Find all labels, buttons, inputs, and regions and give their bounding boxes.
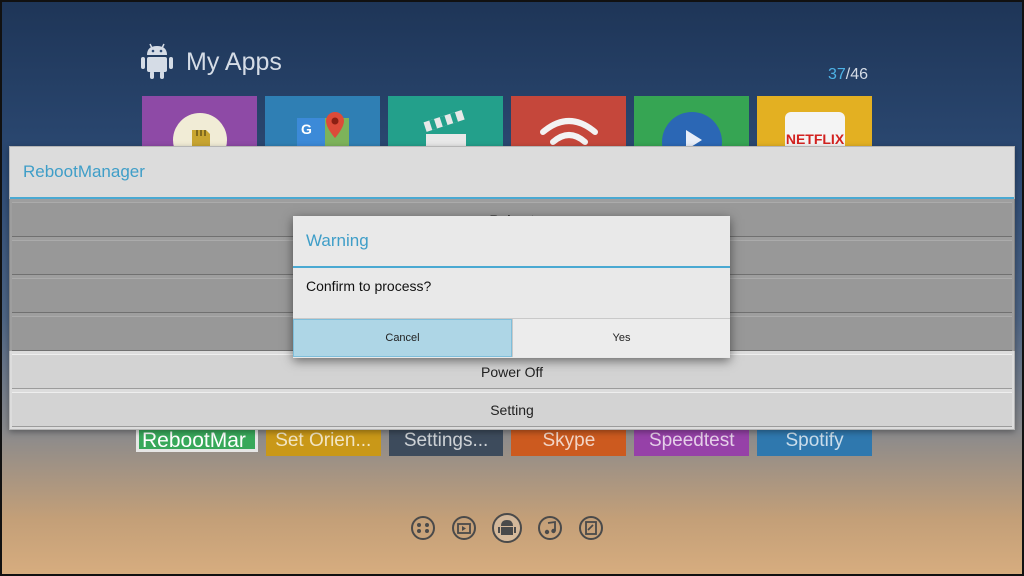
reboot-manager-title-bar: RebootManager	[10, 147, 1014, 199]
app-tile-label: Settings...	[403, 430, 489, 451]
reboot-manager-title: RebootManager	[23, 162, 145, 181]
warning-title: Warning	[306, 231, 369, 250]
warning-dialog: Warning Confirm to process? Cancel Yes	[293, 216, 730, 358]
warning-message: Confirm to process?	[293, 268, 730, 319]
cancel-button[interactable]: Cancel	[293, 319, 512, 357]
app-count-current: 37	[827, 66, 846, 83]
clapperboard-icon	[418, 110, 474, 148]
app-tile-spotify[interactable]: Spotify	[757, 426, 872, 456]
option-power-off[interactable]: Power Off	[12, 354, 1012, 389]
app-tile-netflix[interactable]: NETFLIX	[757, 96, 872, 148]
android-icon[interactable]	[492, 513, 522, 543]
app-count-total: /46	[845, 66, 868, 83]
page-title: My Apps	[186, 47, 282, 76]
files-icon[interactable]	[578, 515, 604, 541]
app-tile-settings[interactable]: Settings...	[388, 426, 504, 456]
netflix-icon: NETFLIX	[784, 110, 845, 148]
app-tile-video[interactable]	[388, 96, 503, 148]
app-tile-google-maps[interactable]: G	[265, 96, 380, 148]
app-tile-label: Skype	[542, 430, 596, 451]
media-icon[interactable]	[451, 515, 477, 541]
app-tile-row-bottom: RebootMar Set Orien... Settings... Skype…	[136, 422, 872, 456]
apps-grid-icon[interactable]	[410, 515, 436, 541]
option-setting[interactable]: Setting	[12, 392, 1012, 427]
android-icon	[140, 42, 174, 82]
app-tile-sd-card[interactable]	[142, 96, 257, 148]
dialog-button-row: Cancel Yes	[293, 319, 730, 357]
music-icon[interactable]	[537, 515, 563, 541]
sd-card-icon	[172, 110, 228, 148]
svg-text:G: G	[301, 121, 312, 137]
yes-button[interactable]: Yes	[512, 319, 730, 357]
app-tile-label: Speedtest	[648, 430, 735, 451]
bottom-nav	[410, 513, 604, 543]
app-tile-play[interactable]	[634, 96, 749, 148]
app-count: 37/46	[828, 66, 868, 84]
google-maps-icon: G	[293, 110, 353, 148]
app-tile-wifi[interactable]	[511, 96, 626, 148]
app-tile-label: Spotify	[785, 430, 844, 451]
app-tile-skype[interactable]: Skype	[511, 426, 627, 456]
app-tile-label: Set Orien...	[275, 430, 372, 451]
app-tile-set-orientation[interactable]: Set Orien...	[265, 426, 381, 456]
app-tile-speedtest[interactable]: Speedtest	[634, 426, 750, 456]
svg-text:NETFLIX: NETFLIX	[785, 131, 844, 147]
play-icon	[661, 110, 722, 148]
app-tile-row-top: G NETFLIX	[142, 96, 872, 148]
apps-header: My Apps	[140, 42, 282, 82]
wifi-icon	[537, 110, 601, 148]
warning-title-bar: Warning	[293, 216, 730, 268]
